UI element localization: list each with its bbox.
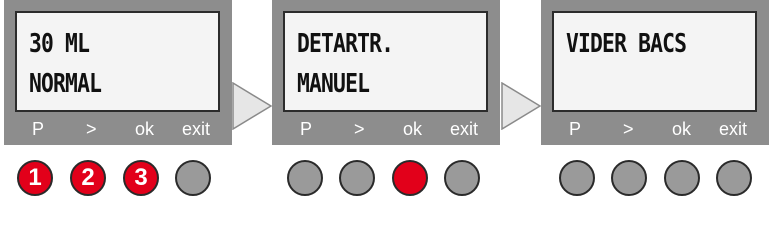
indicator-button-2[interactable] xyxy=(611,160,647,196)
ok-key[interactable]: ok xyxy=(403,119,422,140)
control-panel-2: DETARTR. MANUEL P > ok exit xyxy=(272,0,500,145)
lcd-screen: DETARTR. MANUEL xyxy=(283,11,488,112)
exit-key[interactable]: exit xyxy=(450,119,478,140)
lcd-screen: VIDER BACS xyxy=(552,11,757,112)
control-panel-3: VIDER BACS P > ok exit xyxy=(541,0,769,145)
indicator-button-1[interactable] xyxy=(287,160,323,196)
indicator-button-3[interactable] xyxy=(392,160,428,196)
lcd-line-1: DETARTR. xyxy=(297,29,394,59)
p-key[interactable]: P xyxy=(32,119,44,140)
next-key[interactable]: > xyxy=(354,119,365,140)
lcd-line-1: VIDER BACS xyxy=(566,29,687,59)
next-key[interactable]: > xyxy=(623,119,634,140)
arrow-right-icon xyxy=(501,82,541,130)
control-panel-1: 30 ML NORMAL P > ok exit xyxy=(4,0,232,145)
lcd-screen: 30 ML NORMAL xyxy=(15,11,220,112)
exit-key[interactable]: exit xyxy=(182,119,210,140)
indicator-number: 1 xyxy=(28,164,42,191)
indicator-button-3[interactable] xyxy=(664,160,700,196)
ok-key[interactable]: ok xyxy=(672,119,691,140)
indicator-button-4[interactable] xyxy=(444,160,480,196)
lcd-line-2: NORMAL xyxy=(29,69,102,99)
indicator-number: 2 xyxy=(81,164,95,191)
indicator-button-2[interactable] xyxy=(339,160,375,196)
exit-key[interactable]: exit xyxy=(719,119,747,140)
key-row: P > ok exit xyxy=(4,115,232,143)
next-key[interactable]: > xyxy=(86,119,97,140)
key-row: P > ok exit xyxy=(272,115,500,143)
lcd-line-2: MANUEL xyxy=(297,69,370,99)
ok-key[interactable]: ok xyxy=(135,119,154,140)
indicator-button-1[interactable]: 1 xyxy=(17,160,53,196)
indicator-button-4[interactable] xyxy=(716,160,752,196)
indicator-button-3[interactable]: 3 xyxy=(123,160,159,196)
p-key[interactable]: P xyxy=(569,119,581,140)
lcd-line-1: 30 ML xyxy=(29,29,90,59)
indicator-button-1[interactable] xyxy=(559,160,595,196)
p-key[interactable]: P xyxy=(300,119,312,140)
indicator-button-2[interactable]: 2 xyxy=(70,160,106,196)
indicator-button-4[interactable] xyxy=(175,160,211,196)
indicator-number: 3 xyxy=(134,164,148,191)
arrow-right-icon xyxy=(232,82,272,130)
key-row: P > ok exit xyxy=(541,115,769,143)
